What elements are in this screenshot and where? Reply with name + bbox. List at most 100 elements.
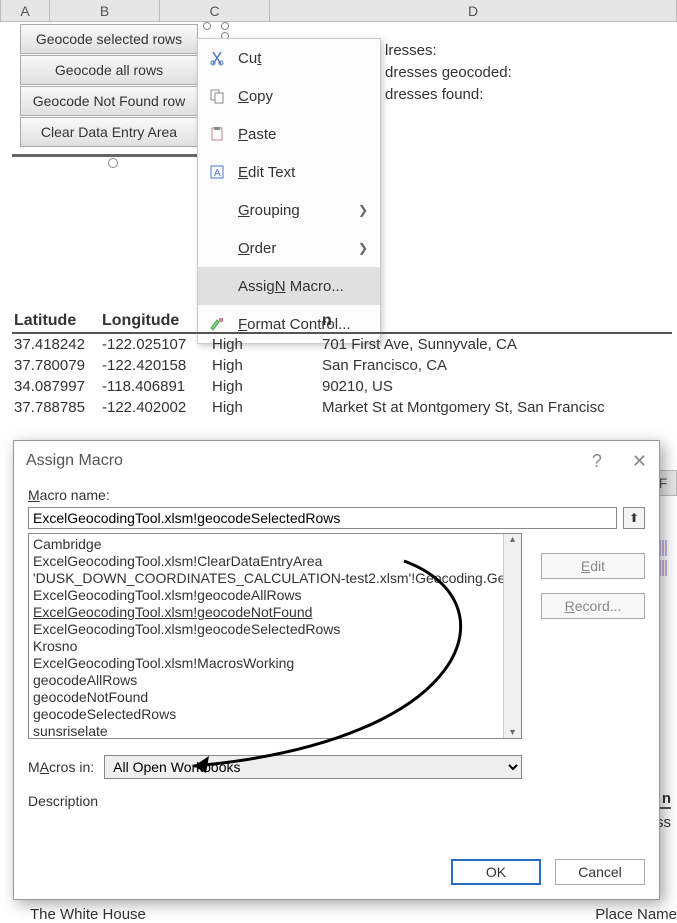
list-item[interactable]: Krosno (33, 638, 517, 655)
menu-item-paste[interactable]: Paste (198, 115, 380, 153)
list-item[interactable]: geocodeNotFound (33, 689, 517, 706)
list-item[interactable]: sunsriselate (33, 723, 517, 739)
list-item[interactable]: Cambridge (33, 536, 517, 553)
selection-handle-icon[interactable] (108, 158, 118, 168)
cell-lon: -122.025107 (100, 334, 210, 355)
col-header-d[interactable]: D (270, 0, 677, 21)
cut-icon (208, 49, 226, 67)
list-item[interactable]: 'DUSK_DOWN_COORDINATES_CALCULATION-test2… (33, 570, 517, 587)
table-header-row: Latitude Longitude n (12, 310, 672, 334)
menu-item-cut[interactable]: Cut (198, 39, 380, 77)
geocode-selected-rows-button[interactable]: Geocode selected rows (20, 24, 198, 54)
close-icon[interactable]: ✕ (632, 451, 647, 472)
cell-lat: 37.788785 (12, 397, 100, 418)
selection-handle-icon[interactable] (221, 22, 229, 30)
header-latitude: Latitude (12, 310, 100, 332)
macros-in-select[interactable]: All Open Workbooks (104, 755, 522, 779)
header-precision (210, 310, 320, 332)
assign-macro-dialog: Assign Macro ? ✕ Macro name: ⬆ Edit Reco… (13, 440, 660, 900)
table-row[interactable]: 37.788785 -122.402002 High Market St at … (12, 397, 672, 418)
table-row[interactable]: 37.418242 -122.025107 High 701 First Ave… (12, 334, 672, 355)
selection-handle-icon[interactable] (203, 22, 211, 30)
cell-lon: -122.402002 (100, 397, 210, 418)
divider (12, 154, 202, 157)
help-icon[interactable]: ? (592, 451, 602, 472)
description-label: Description (28, 793, 645, 809)
cell-prec: High (210, 355, 320, 376)
dialog-titlebar[interactable]: Assign Macro ? ✕ (14, 441, 659, 481)
list-item[interactable]: geocodeSelectedRows (33, 706, 517, 723)
cancel-button[interactable]: Cancel (555, 859, 645, 885)
macro-name-input[interactable] (28, 507, 617, 529)
list-item[interactable]: ExcelGeocodingTool.xlsm!geocodeAllRows (33, 587, 517, 604)
status-line: dresses found: (385, 84, 512, 106)
cell-prec: High (210, 376, 320, 397)
menu-label: Cut (238, 50, 261, 67)
svg-text:A: A (214, 168, 221, 179)
chevron-right-icon: ❯ (358, 203, 368, 217)
menu-item-grouping[interactable]: Grouping ❯ (198, 191, 380, 229)
list-item[interactable]: ExcelGeocodingTool.xlsm!MacrosWorking (33, 655, 517, 672)
cell-loc: San Francisco, CA (320, 355, 672, 376)
menu-label: Order (238, 240, 276, 257)
data-table: Latitude Longitude n 37.418242 -122.0251… (12, 310, 672, 418)
record-button[interactable]: Record... (541, 593, 645, 619)
status-text: lresses: dresses geocoded: dresses found… (385, 40, 512, 106)
reference-button[interactable]: ⬆ (623, 507, 645, 529)
paste-icon (208, 125, 226, 143)
cell-loc: 90210, US (320, 376, 672, 397)
list-item[interactable]: geocodeAllRows (33, 672, 517, 689)
menu-label: Edit Text (238, 164, 295, 181)
cell-loc: Market St at Montgomery St, San Francisc (320, 397, 672, 418)
context-menu: Cut Copy Paste A Edit Text Grouping ❯ Or… (197, 38, 381, 344)
table-row[interactable]: 37.780079 -122.420158 High San Francisco… (12, 355, 672, 376)
menu-item-order[interactable]: Order ❯ (198, 229, 380, 267)
cell-lat: 34.087997 (12, 376, 100, 397)
scroll-up-icon[interactable]: ▴ (510, 534, 515, 545)
scroll-down-icon[interactable]: ▾ (510, 727, 515, 738)
list-item[interactable]: ExcelGeocodingTool.xlsm!geocodeNotFound (33, 604, 517, 621)
clear-data-entry-area-button[interactable]: Clear Data Entry Area (20, 117, 198, 147)
table-row[interactable]: 34.087997 -118.406891 High 90210, US (12, 376, 672, 397)
menu-item-copy[interactable]: Copy (198, 77, 380, 115)
col-header-a[interactable]: A (0, 0, 50, 21)
menu-label: Copy (238, 88, 273, 105)
menu-item-assign-macro[interactable]: AssigN Macro... (198, 267, 380, 305)
dialog-title-text: Assign Macro (26, 452, 123, 470)
status-line: lresses: (385, 40, 512, 62)
cell-loc: 701 First Ave, Sunnyvale, CA (320, 334, 672, 355)
header-longitude: Longitude (100, 310, 210, 332)
cell-lat: 37.780079 (12, 355, 100, 376)
macros-in-label: MAcros in: (28, 759, 94, 775)
menu-label: Paste (238, 126, 276, 143)
list-item[interactable]: ExcelGeocodingTool.xlsm!ClearDataEntryAr… (33, 553, 517, 570)
cell-prec: High (210, 397, 320, 418)
macro-list[interactable]: Cambridge ExcelGeocodingTool.xlsm!ClearD… (28, 533, 522, 739)
cell-lon: -118.406891 (100, 376, 210, 397)
macro-name-label: Macro name: (28, 487, 645, 503)
col-header-b[interactable]: B (50, 0, 160, 21)
bg-text: Place Name (595, 906, 677, 923)
edit-text-icon: A (208, 163, 226, 181)
ok-button[interactable]: OK (451, 859, 541, 885)
edit-button[interactable]: Edit (541, 553, 645, 579)
menu-item-edit-text[interactable]: A Edit Text (198, 153, 380, 191)
status-line: dresses geocoded: (385, 62, 512, 84)
copy-icon (208, 87, 226, 105)
menu-label: AssigN Macro... (238, 278, 344, 295)
header-location: n (320, 310, 672, 332)
menu-label: Grouping (238, 202, 300, 219)
bg-text: The White House (30, 906, 146, 923)
reference-icon: ⬆ (629, 511, 639, 525)
cell-lon: -122.420158 (100, 355, 210, 376)
cell-prec: High (210, 334, 320, 355)
col-header-c[interactable]: C (160, 0, 270, 21)
cell-lat: 37.418242 (12, 334, 100, 355)
scrollbar[interactable]: ▴ ▾ (503, 534, 521, 738)
sheet-buttons: Geocode selected rows Geocode all rows G… (20, 24, 198, 148)
list-item[interactable]: ExcelGeocodingTool.xlsm!geocodeSelectedR… (33, 621, 517, 638)
chevron-right-icon: ❯ (358, 241, 368, 255)
geocode-all-rows-button[interactable]: Geocode all rows (20, 55, 198, 85)
geocode-not-found-rows-button[interactable]: Geocode Not Found row (20, 86, 198, 116)
column-headers: A B C D (0, 0, 677, 22)
